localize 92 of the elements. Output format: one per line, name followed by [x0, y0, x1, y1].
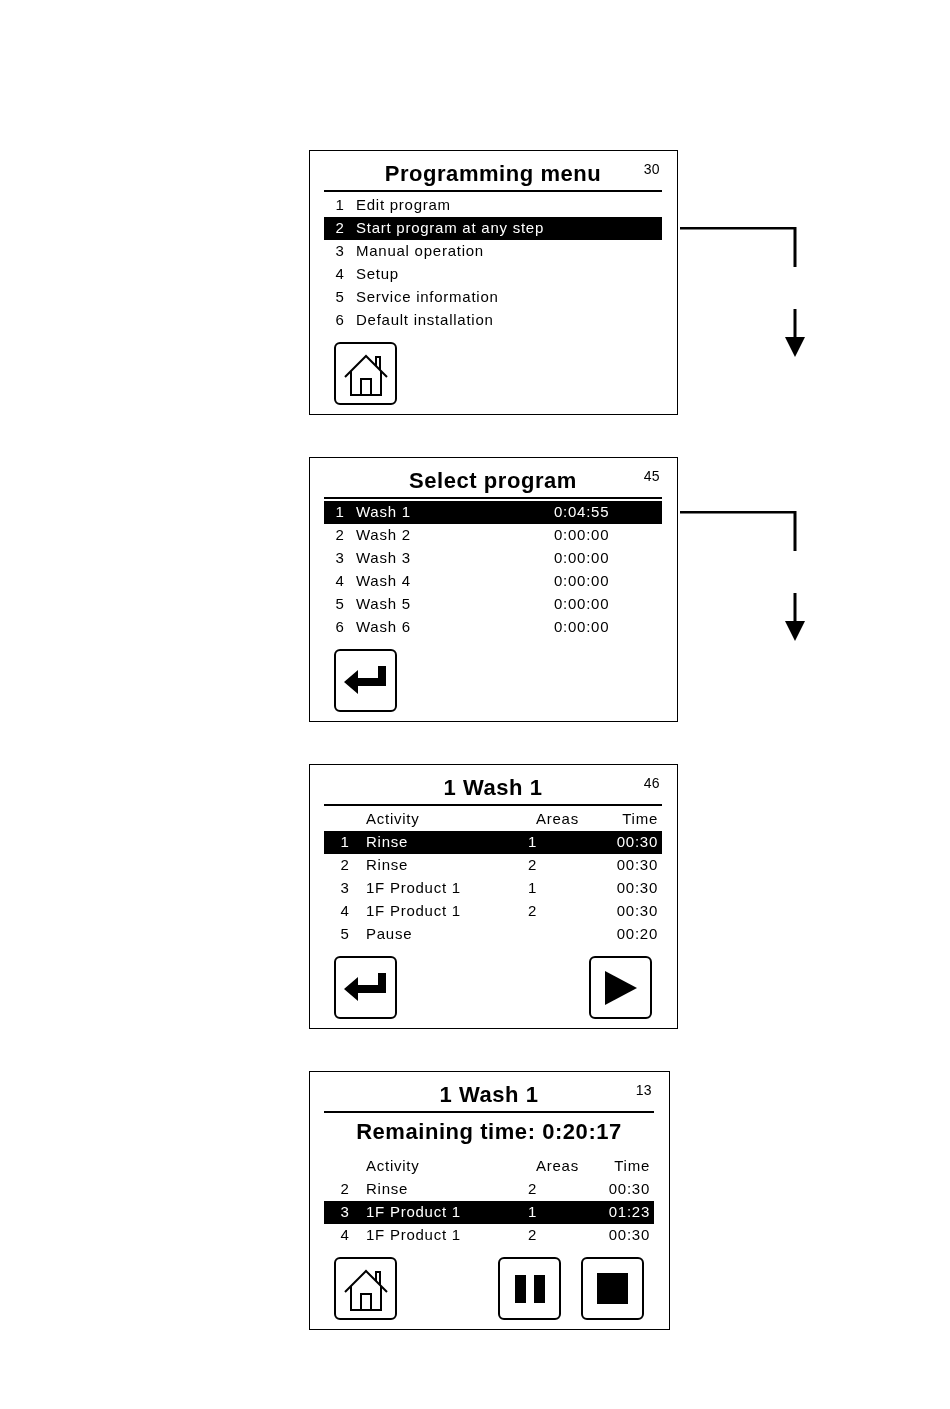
row-cell-text: 1: [528, 878, 539, 899]
row-cell-text: Wash 2: [356, 525, 412, 546]
row-cell-text: 1F Product 1: [366, 878, 462, 899]
row-cell-text: 01:23: [608, 1202, 650, 1223]
row-cell-text: 0:00:00: [554, 525, 611, 546]
row-cell-text: 00:20: [616, 924, 658, 945]
return-arrow-icon: [343, 665, 388, 696]
row-cell-text: 00:30: [616, 901, 658, 922]
row-cell-text: Wash 3: [356, 548, 412, 569]
row-cell-text: Default installation: [356, 310, 495, 331]
stop-button[interactable]: [581, 1257, 644, 1320]
row-number: 2: [334, 525, 346, 546]
list-row[interactable]: 3 1F Product 1 1 01:23: [324, 1201, 654, 1224]
back-button[interactable]: [334, 649, 397, 712]
row-cell-text: Rinse: [366, 1179, 410, 1200]
play-button[interactable]: [589, 956, 652, 1019]
row-cell-text: 1F Product 1: [366, 1225, 462, 1246]
column-header: Activity: [366, 809, 421, 830]
row-number: 4: [339, 901, 351, 922]
row-cell-text: 2: [528, 1179, 539, 1200]
column-header: Time: [614, 1156, 650, 1177]
row-number: 6: [334, 617, 346, 638]
row-number: 2: [339, 855, 351, 876]
screen-number: 30: [643, 160, 660, 179]
remaining-time: Remaining time: 0:20:17: [356, 1118, 622, 1146]
column-header: Activity: [366, 1156, 421, 1177]
screen-title: Select program: [409, 467, 577, 495]
row-cell-text: Wash 5: [356, 594, 412, 615]
row-number: 5: [334, 287, 346, 308]
back-button[interactable]: [334, 956, 397, 1019]
row-cell-text: 1F Product 1: [366, 901, 462, 922]
column-header: Areas: [535, 1156, 580, 1177]
screen-number: 45: [643, 467, 660, 486]
row-cell-text: 2: [528, 901, 539, 922]
row-number: 1: [339, 832, 351, 853]
screen-title: 1 Wash 1: [443, 774, 543, 802]
row-cell-text: Rinse: [366, 855, 410, 876]
row-number: 3: [339, 1202, 351, 1223]
row-cell-text: 0:00:00: [554, 617, 611, 638]
down-arrow: [785, 309, 805, 357]
list-row[interactable]: 1 Rinse 1 00:30: [324, 831, 662, 854]
row-cell-text: 00:30: [608, 1225, 650, 1246]
row-cell-text: 1: [528, 832, 539, 853]
pause-icon: [514, 1274, 545, 1303]
row-cell-text: 0:00:00: [554, 571, 611, 592]
row-cell-text: Edit program: [356, 195, 452, 216]
row-number: 4: [334, 264, 346, 285]
row-cell-text: Manual operation: [356, 241, 485, 262]
row-cell-text: Wash 4: [356, 571, 412, 592]
row-number: 5: [339, 924, 351, 945]
row-cell-text: 1: [528, 1202, 539, 1223]
row-number: 2: [339, 1179, 351, 1200]
screen-title: 1 Wash 1: [439, 1081, 539, 1109]
home-button[interactable]: [334, 342, 397, 405]
row-cell-text: Setup: [356, 264, 400, 285]
row-cell-text: Wash 6: [356, 617, 412, 638]
row-cell-text: 0:00:00: [554, 548, 611, 569]
row-number: 3: [334, 548, 346, 569]
row-cell-text: 1F Product 1: [366, 1202, 462, 1223]
row-cell-text: 0:00:00: [554, 594, 611, 615]
row-number: 3: [334, 241, 346, 262]
row-number: 3: [339, 878, 351, 899]
return-arrow-icon: [343, 972, 388, 1003]
column-header: Areas: [535, 809, 580, 830]
row-cell-text: 2: [528, 855, 539, 876]
row-number: 4: [334, 571, 346, 592]
row-cell-text: 00:30: [616, 832, 658, 853]
row-cell-text: 00:30: [608, 1179, 650, 1200]
row-cell-text: Start program at any step: [356, 218, 545, 239]
row-cell-text: Service information: [356, 287, 500, 308]
row-cell-text: 00:30: [616, 855, 658, 876]
row-cell-text: Pause: [366, 924, 414, 945]
screen-number: 46: [643, 774, 660, 793]
screen-number: 13: [635, 1081, 652, 1100]
row-cell-text: Rinse: [366, 832, 410, 853]
row-number: 1: [334, 502, 346, 523]
row-number: 1: [334, 195, 346, 216]
stop-icon: [597, 1273, 628, 1304]
row-number: 5: [334, 594, 346, 615]
row-cell-text: 00:30: [616, 878, 658, 899]
row-number: 4: [339, 1225, 351, 1246]
home-button[interactable]: [334, 1257, 397, 1320]
row-cell-text: 0:04:55: [554, 502, 611, 523]
row-cell-text: Wash 1: [356, 502, 412, 523]
pause-button[interactable]: [498, 1257, 561, 1320]
row-number: 2: [334, 218, 346, 239]
play-icon: [604, 970, 637, 1005]
row-cell-text: 2: [528, 1225, 539, 1246]
row-number: 6: [334, 310, 346, 331]
down-arrow: [785, 593, 805, 641]
column-header: Time: [622, 809, 658, 830]
screen-title: Programming menu: [384, 160, 602, 188]
